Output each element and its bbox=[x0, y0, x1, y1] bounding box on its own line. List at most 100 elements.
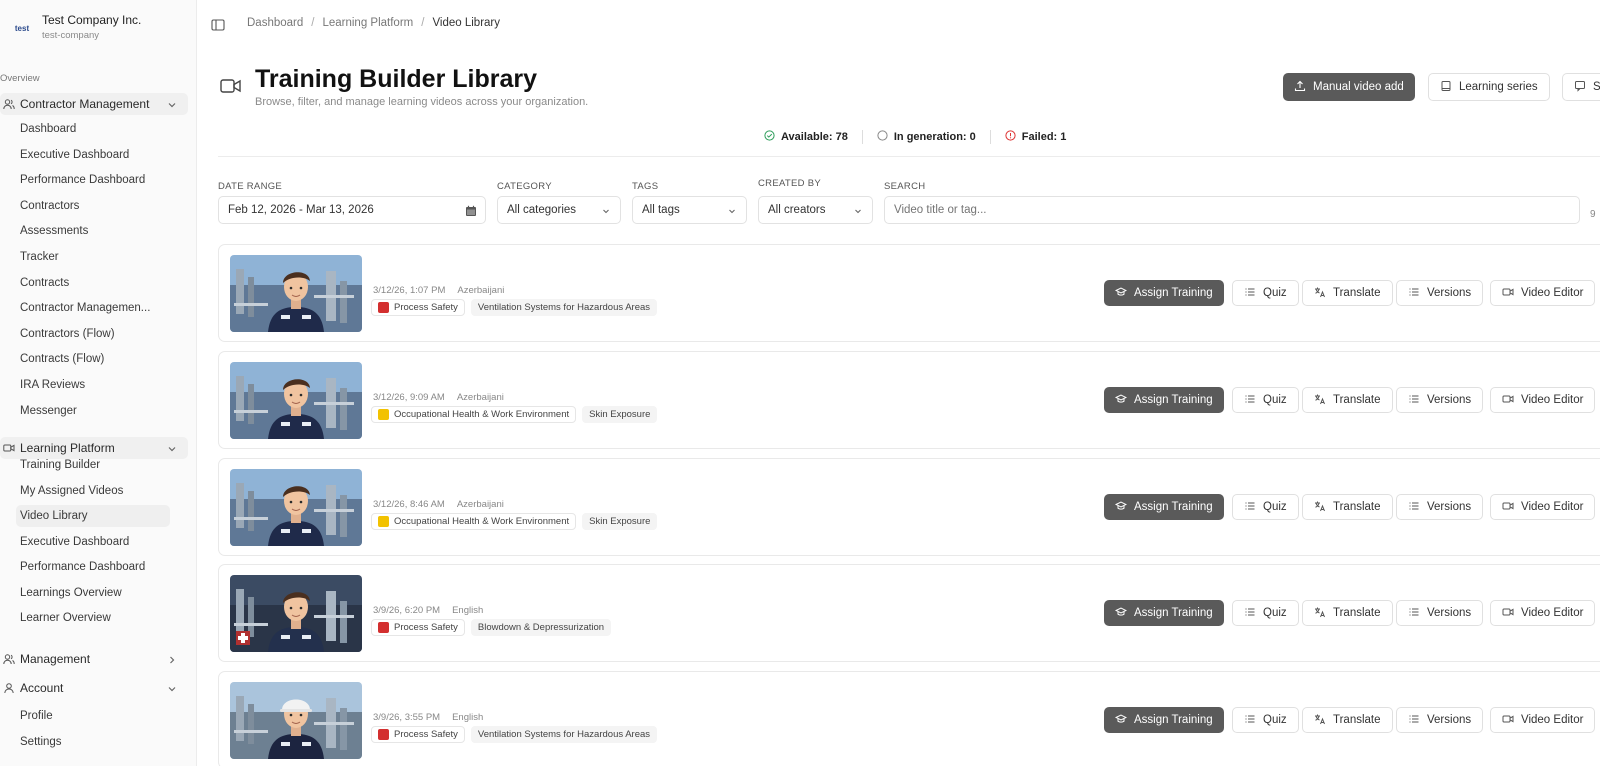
tags-value: All tags bbox=[642, 204, 680, 216]
breadcrumb-separator: / bbox=[421, 17, 425, 29]
video-tags: Occupational Health & Work Environment S… bbox=[371, 406, 658, 423]
date-range-picker[interactable]: Feb 12, 2026 - Mar 13, 2026 bbox=[218, 196, 486, 224]
manual-video-add-button[interactable]: Manual video add bbox=[1283, 73, 1415, 101]
sidebar-item-dashboard[interactable]: Dashboard bbox=[16, 118, 170, 140]
sidebar-item-profile[interactable]: Profile bbox=[16, 705, 170, 727]
video-editor-button[interactable]: Video Editor bbox=[1490, 707, 1596, 733]
list-icon bbox=[1408, 606, 1420, 621]
quiz-button[interactable]: Quiz bbox=[1232, 600, 1299, 626]
page-title: Training Builder Library bbox=[255, 65, 537, 93]
book-icon bbox=[1440, 80, 1452, 95]
category-tag: Process Safety bbox=[371, 726, 465, 743]
sidebar-item-settings[interactable]: Settings bbox=[16, 731, 170, 753]
pending-circle-icon bbox=[877, 130, 888, 144]
category-label: CATEGORY bbox=[497, 181, 552, 192]
created-by-select[interactable]: All creators bbox=[758, 196, 873, 224]
graduation-cap-icon bbox=[1114, 606, 1128, 621]
video-tags: Occupational Health & Work Environment S… bbox=[371, 513, 658, 530]
breadcrumb-item-dashboard[interactable]: Dashboard bbox=[247, 17, 303, 29]
quiz-button[interactable]: Quiz bbox=[1232, 494, 1299, 520]
page-subtitle: Browse, filter, and manage learning vide… bbox=[255, 96, 589, 108]
list-icon bbox=[1244, 286, 1256, 301]
video-editor-button[interactable]: Video Editor bbox=[1490, 600, 1596, 626]
sidebar-item-learnings-overview[interactable]: Learnings Overview bbox=[16, 582, 170, 604]
video-row[interactable]: 3/12/26, 1:07 PM Azerbaijani Process Safe… bbox=[218, 244, 1600, 342]
sidebar-toggle-icon[interactable] bbox=[211, 18, 225, 32]
sidebar-item-training-builder[interactable]: Training Builder bbox=[16, 454, 170, 476]
sidebar-item-executive-dashboard[interactable]: Executive Dashboard bbox=[16, 144, 170, 166]
chevron-down-icon bbox=[166, 442, 178, 454]
quiz-button[interactable]: Quiz bbox=[1232, 280, 1299, 306]
video-language: Azerbaijani bbox=[456, 499, 504, 510]
video-meta: 3/12/26, 9:09 AM Azerbaijani bbox=[373, 392, 504, 403]
learning-series-button[interactable]: Learning series bbox=[1428, 73, 1550, 101]
translate-button[interactable]: Translate bbox=[1302, 707, 1393, 733]
video-thumbnail[interactable] bbox=[230, 362, 362, 439]
tags-select[interactable]: All tags bbox=[632, 196, 747, 224]
sidebar-item-performance-dashboard[interactable]: Performance Dashboard bbox=[16, 169, 170, 191]
versions-button[interactable]: Versions bbox=[1396, 494, 1484, 520]
video-editor-button[interactable]: Video Editor bbox=[1490, 280, 1596, 306]
topic-tag: Skin Exposure bbox=[582, 406, 658, 423]
translate-button[interactable]: Translate bbox=[1302, 600, 1393, 626]
sidebar-group-account[interactable]: Account bbox=[0, 677, 188, 699]
versions-button[interactable]: Versions bbox=[1396, 600, 1484, 626]
video-row[interactable]: 3/9/26, 6:20 PM English Process Safety Bl… bbox=[218, 564, 1600, 662]
quiz-button[interactable]: Quiz bbox=[1232, 387, 1299, 413]
topic-tag-label: Blowdown & Depressurization bbox=[477, 622, 605, 633]
category-tag-label: Occupational Health & Work Environment bbox=[394, 409, 570, 420]
sidebar-item-contractors-flow[interactable]: Contractors (Flow) bbox=[16, 323, 170, 345]
video-thumbnail[interactable] bbox=[230, 682, 362, 759]
topic-tag: Ventilation Systems for Hazardous Areas bbox=[470, 299, 658, 316]
translate-button[interactable]: Translate bbox=[1302, 494, 1393, 520]
assign-training-label: Assign Training bbox=[1134, 394, 1213, 406]
search-input[interactable] bbox=[884, 196, 1580, 224]
sidebar-item-messenger[interactable]: Messenger bbox=[16, 400, 170, 422]
sidebar-item-contractors[interactable]: Contractors bbox=[16, 195, 170, 217]
translate-label: Translate bbox=[1333, 394, 1381, 406]
sidebar-item-my-assigned-videos[interactable]: My Assigned Videos bbox=[16, 480, 170, 502]
sidebar-item-tracker[interactable]: Tracker bbox=[16, 246, 170, 268]
video-thumbnail[interactable] bbox=[230, 575, 362, 652]
sidebar-item-contractor-management[interactable]: Contractor Managemen... bbox=[16, 297, 170, 319]
sidebar-item-learner-overview[interactable]: Learner Overview bbox=[16, 607, 170, 629]
versions-label: Versions bbox=[1427, 607, 1472, 619]
quiz-button[interactable]: Quiz bbox=[1232, 707, 1299, 733]
versions-button[interactable]: Versions bbox=[1396, 280, 1484, 306]
company-switcher[interactable]: test Test Company Inc. test-company bbox=[4, 10, 194, 44]
video-row[interactable]: 3/12/26, 8:46 AM Azerbaijani Occupational… bbox=[218, 458, 1600, 556]
sidebar-item-contracts-flow[interactable]: Contracts (Flow) bbox=[16, 348, 170, 370]
translate-icon bbox=[1314, 500, 1326, 515]
more-header-button[interactable]: S bbox=[1562, 73, 1600, 101]
video-camera-icon bbox=[1502, 713, 1514, 728]
assign-training-button[interactable]: Assign Training bbox=[1104, 280, 1224, 306]
video-row[interactable]: 3/12/26, 9:09 AM Azerbaijani Occupational… bbox=[218, 351, 1600, 449]
sidebar-group-management[interactable]: Management bbox=[0, 648, 188, 670]
breadcrumb-item-learning-platform[interactable]: Learning Platform bbox=[322, 17, 413, 29]
header-divider bbox=[218, 156, 1600, 157]
sidebar-item-executive-dashboard-2[interactable]: Executive Dashboard bbox=[16, 531, 170, 553]
video-editor-button[interactable]: Video Editor bbox=[1490, 387, 1596, 413]
sidebar-item-video-library[interactable]: Video Library bbox=[16, 505, 170, 527]
topic-tag-label: Ventilation Systems for Hazardous Areas bbox=[477, 729, 651, 740]
video-thumbnail[interactable] bbox=[230, 255, 362, 332]
sidebar-item-performance-dashboard-2[interactable]: Performance Dashboard bbox=[16, 556, 170, 578]
sidebar-group-contractor-management[interactable]: Contractor Management bbox=[0, 93, 188, 115]
list-icon bbox=[1244, 713, 1256, 728]
assign-training-button[interactable]: Assign Training bbox=[1104, 600, 1224, 626]
versions-button[interactable]: Versions bbox=[1396, 387, 1484, 413]
sidebar-item-assessments[interactable]: Assessments bbox=[16, 220, 170, 242]
assign-training-button[interactable]: Assign Training bbox=[1104, 494, 1224, 520]
assign-training-button[interactable]: Assign Training bbox=[1104, 707, 1224, 733]
video-row[interactable]: 3/9/26, 3:55 PM English Process Safety Ve… bbox=[218, 671, 1600, 766]
translate-button[interactable]: Translate bbox=[1302, 387, 1393, 413]
versions-button[interactable]: Versions bbox=[1396, 707, 1484, 733]
assign-training-button[interactable]: Assign Training bbox=[1104, 387, 1224, 413]
sidebar-item-ira-reviews[interactable]: IRA Reviews bbox=[16, 374, 170, 396]
learning-series-label: Learning series bbox=[1459, 81, 1538, 93]
video-thumbnail[interactable] bbox=[230, 469, 362, 546]
video-editor-button[interactable]: Video Editor bbox=[1490, 494, 1596, 520]
category-select[interactable]: All categories bbox=[497, 196, 621, 224]
sidebar-item-contracts[interactable]: Contracts bbox=[16, 272, 170, 294]
translate-button[interactable]: Translate bbox=[1302, 280, 1393, 306]
